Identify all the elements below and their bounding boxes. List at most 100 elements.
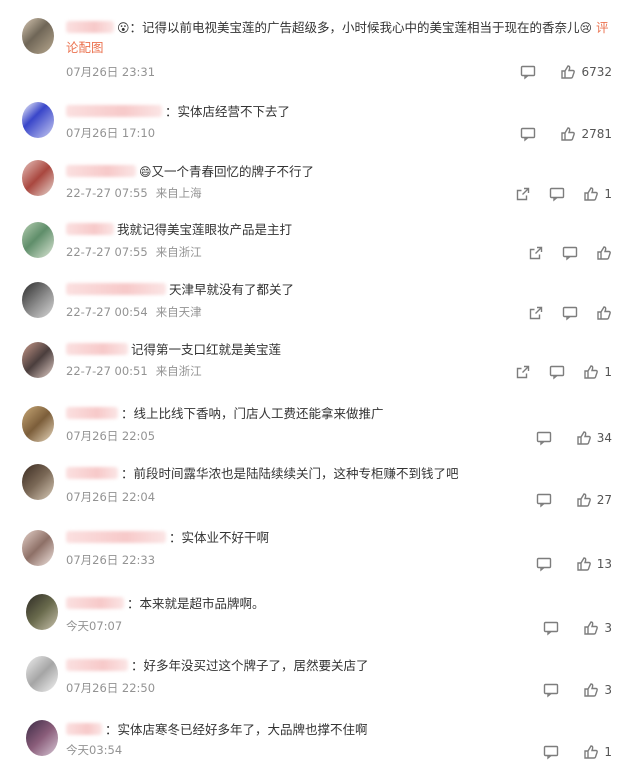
comment-date: 今天07:07: [66, 619, 123, 633]
comment-actions: 1: [497, 185, 612, 203]
username[interactable]: [66, 165, 136, 177]
avatar[interactable]: [22, 160, 54, 196]
thumbs-up-icon: [584, 621, 599, 635]
comment-date: 22-7-27 00:51: [66, 364, 148, 378]
username[interactable]: [66, 343, 128, 355]
comment-date: 07月26日 22:05: [66, 429, 156, 443]
comment-icon: [550, 187, 565, 202]
like-count: 6732: [581, 65, 612, 79]
comment-actions: 1: [497, 363, 612, 381]
username[interactable]: [66, 21, 114, 33]
comment-icon: [521, 127, 536, 142]
comment-date: 07月26日 22:33: [66, 553, 156, 567]
username[interactable]: [66, 531, 166, 543]
comment-date: 22-7-27 07:55: [66, 186, 148, 200]
comment-text: 本来就是超市品牌啊。: [139, 596, 265, 611]
reply-button[interactable]: [543, 619, 559, 637]
avatar[interactable]: [22, 530, 54, 566]
share-button[interactable]: [528, 244, 544, 262]
comment-text: 实体店经营不下去了: [177, 104, 291, 119]
comment-icon: [521, 65, 536, 80]
username[interactable]: [66, 659, 128, 671]
avatar[interactable]: [22, 342, 54, 378]
like-button[interactable]: 1: [583, 743, 612, 761]
comment-date: 22-7-27 00:54: [66, 305, 148, 319]
comment-meta: 22-7-27 07:55 来自浙江: [66, 244, 202, 260]
like-count: 3: [604, 683, 612, 697]
reaction-emoji: 😢: [579, 21, 593, 35]
username[interactable]: [66, 105, 162, 117]
comment-location: 来自天津: [155, 305, 202, 319]
comment-location: 来自上海: [155, 186, 202, 200]
like-count: 1: [604, 187, 612, 201]
reply-button[interactable]: [562, 304, 578, 322]
thumbs-up-icon: [597, 306, 611, 320]
avatar[interactable]: [22, 406, 54, 442]
reply-button[interactable]: [543, 681, 559, 699]
comment-content: ：前段时间露华浓也是陆陆续续关门，这种专柜赚不到钱了吧: [66, 464, 614, 484]
reply-button[interactable]: [549, 185, 565, 203]
comment-text: 前段时间露华浓也是陆陆续续关门，这种专柜赚不到钱了吧: [133, 466, 459, 481]
like-count: 13: [596, 557, 612, 571]
username[interactable]: [66, 283, 166, 295]
avatar[interactable]: [22, 102, 54, 138]
avatar[interactable]: [22, 222, 54, 258]
comment-content: ：实体业不好干啊: [66, 528, 614, 548]
avatar[interactable]: [26, 594, 58, 630]
comment-content: 😄又一个青春回忆的牌子不行了: [66, 162, 614, 182]
like-button[interactable]: 3: [583, 681, 612, 699]
like-count: 27: [596, 493, 612, 507]
avatar[interactable]: [22, 282, 54, 318]
like-button[interactable]: 13: [576, 555, 612, 573]
avatar[interactable]: [26, 720, 58, 756]
like-button[interactable]: [596, 244, 612, 262]
reply-button[interactable]: [536, 555, 552, 573]
reply-button[interactable]: [520, 125, 536, 143]
comment-actions: 27: [518, 491, 612, 509]
like-button[interactable]: 1: [583, 185, 612, 203]
share-button[interactable]: [528, 304, 544, 322]
comment-icon: [562, 246, 578, 261]
like-count: 1: [604, 365, 612, 379]
like-button[interactable]: [596, 304, 612, 322]
thumbs-up-icon: [577, 557, 591, 571]
reply-button[interactable]: [543, 743, 559, 761]
reply-button[interactable]: [520, 63, 536, 81]
reply-button[interactable]: [562, 244, 578, 262]
share-button[interactable]: [515, 185, 531, 203]
comment-icon: [544, 745, 559, 760]
avatar[interactable]: [22, 464, 54, 500]
share-icon: [517, 187, 530, 201]
like-button[interactable]: 1: [583, 363, 612, 381]
comment-text: 实体店寒冬已经好多年了，大品牌也撑不住啊: [117, 722, 368, 737]
comment-content: 天津早就没有了都关了: [66, 280, 614, 300]
thumbs-up-icon: [561, 65, 576, 79]
comment-text: 记得以前电视美宝莲的广告超级多，小时候我心中的美宝莲相当于现在的香奈儿: [142, 20, 580, 35]
share-button[interactable]: [515, 363, 531, 381]
username[interactable]: [66, 597, 124, 609]
reply-button[interactable]: [549, 363, 565, 381]
username[interactable]: [66, 723, 102, 735]
like-button[interactable]: 3: [583, 619, 612, 637]
reply-button[interactable]: [536, 429, 552, 447]
like-count: 3: [604, 621, 612, 635]
like-count: 2781: [581, 127, 612, 141]
username[interactable]: [66, 407, 118, 419]
username[interactable]: [66, 223, 114, 235]
username[interactable]: [66, 467, 118, 479]
comment-date: 07月26日 22:04: [66, 490, 156, 504]
like-button[interactable]: 6732: [560, 63, 612, 81]
share-icon: [529, 246, 543, 260]
comment-meta: 22-7-27 07:55 来自上海: [66, 185, 202, 201]
comment-text: 天津早就没有了都关了: [169, 282, 295, 297]
avatar[interactable]: [26, 656, 58, 692]
comment-icon: [536, 431, 551, 446]
like-count: 1: [604, 745, 612, 759]
like-button[interactable]: 34: [576, 429, 612, 447]
comment-content: ：实体店经营不下去了: [66, 102, 614, 122]
reply-button[interactable]: [536, 491, 552, 509]
like-button[interactable]: 2781: [560, 125, 612, 143]
thumbs-up-icon: [561, 127, 576, 141]
avatar[interactable]: [22, 18, 54, 54]
like-button[interactable]: 27: [576, 491, 612, 509]
